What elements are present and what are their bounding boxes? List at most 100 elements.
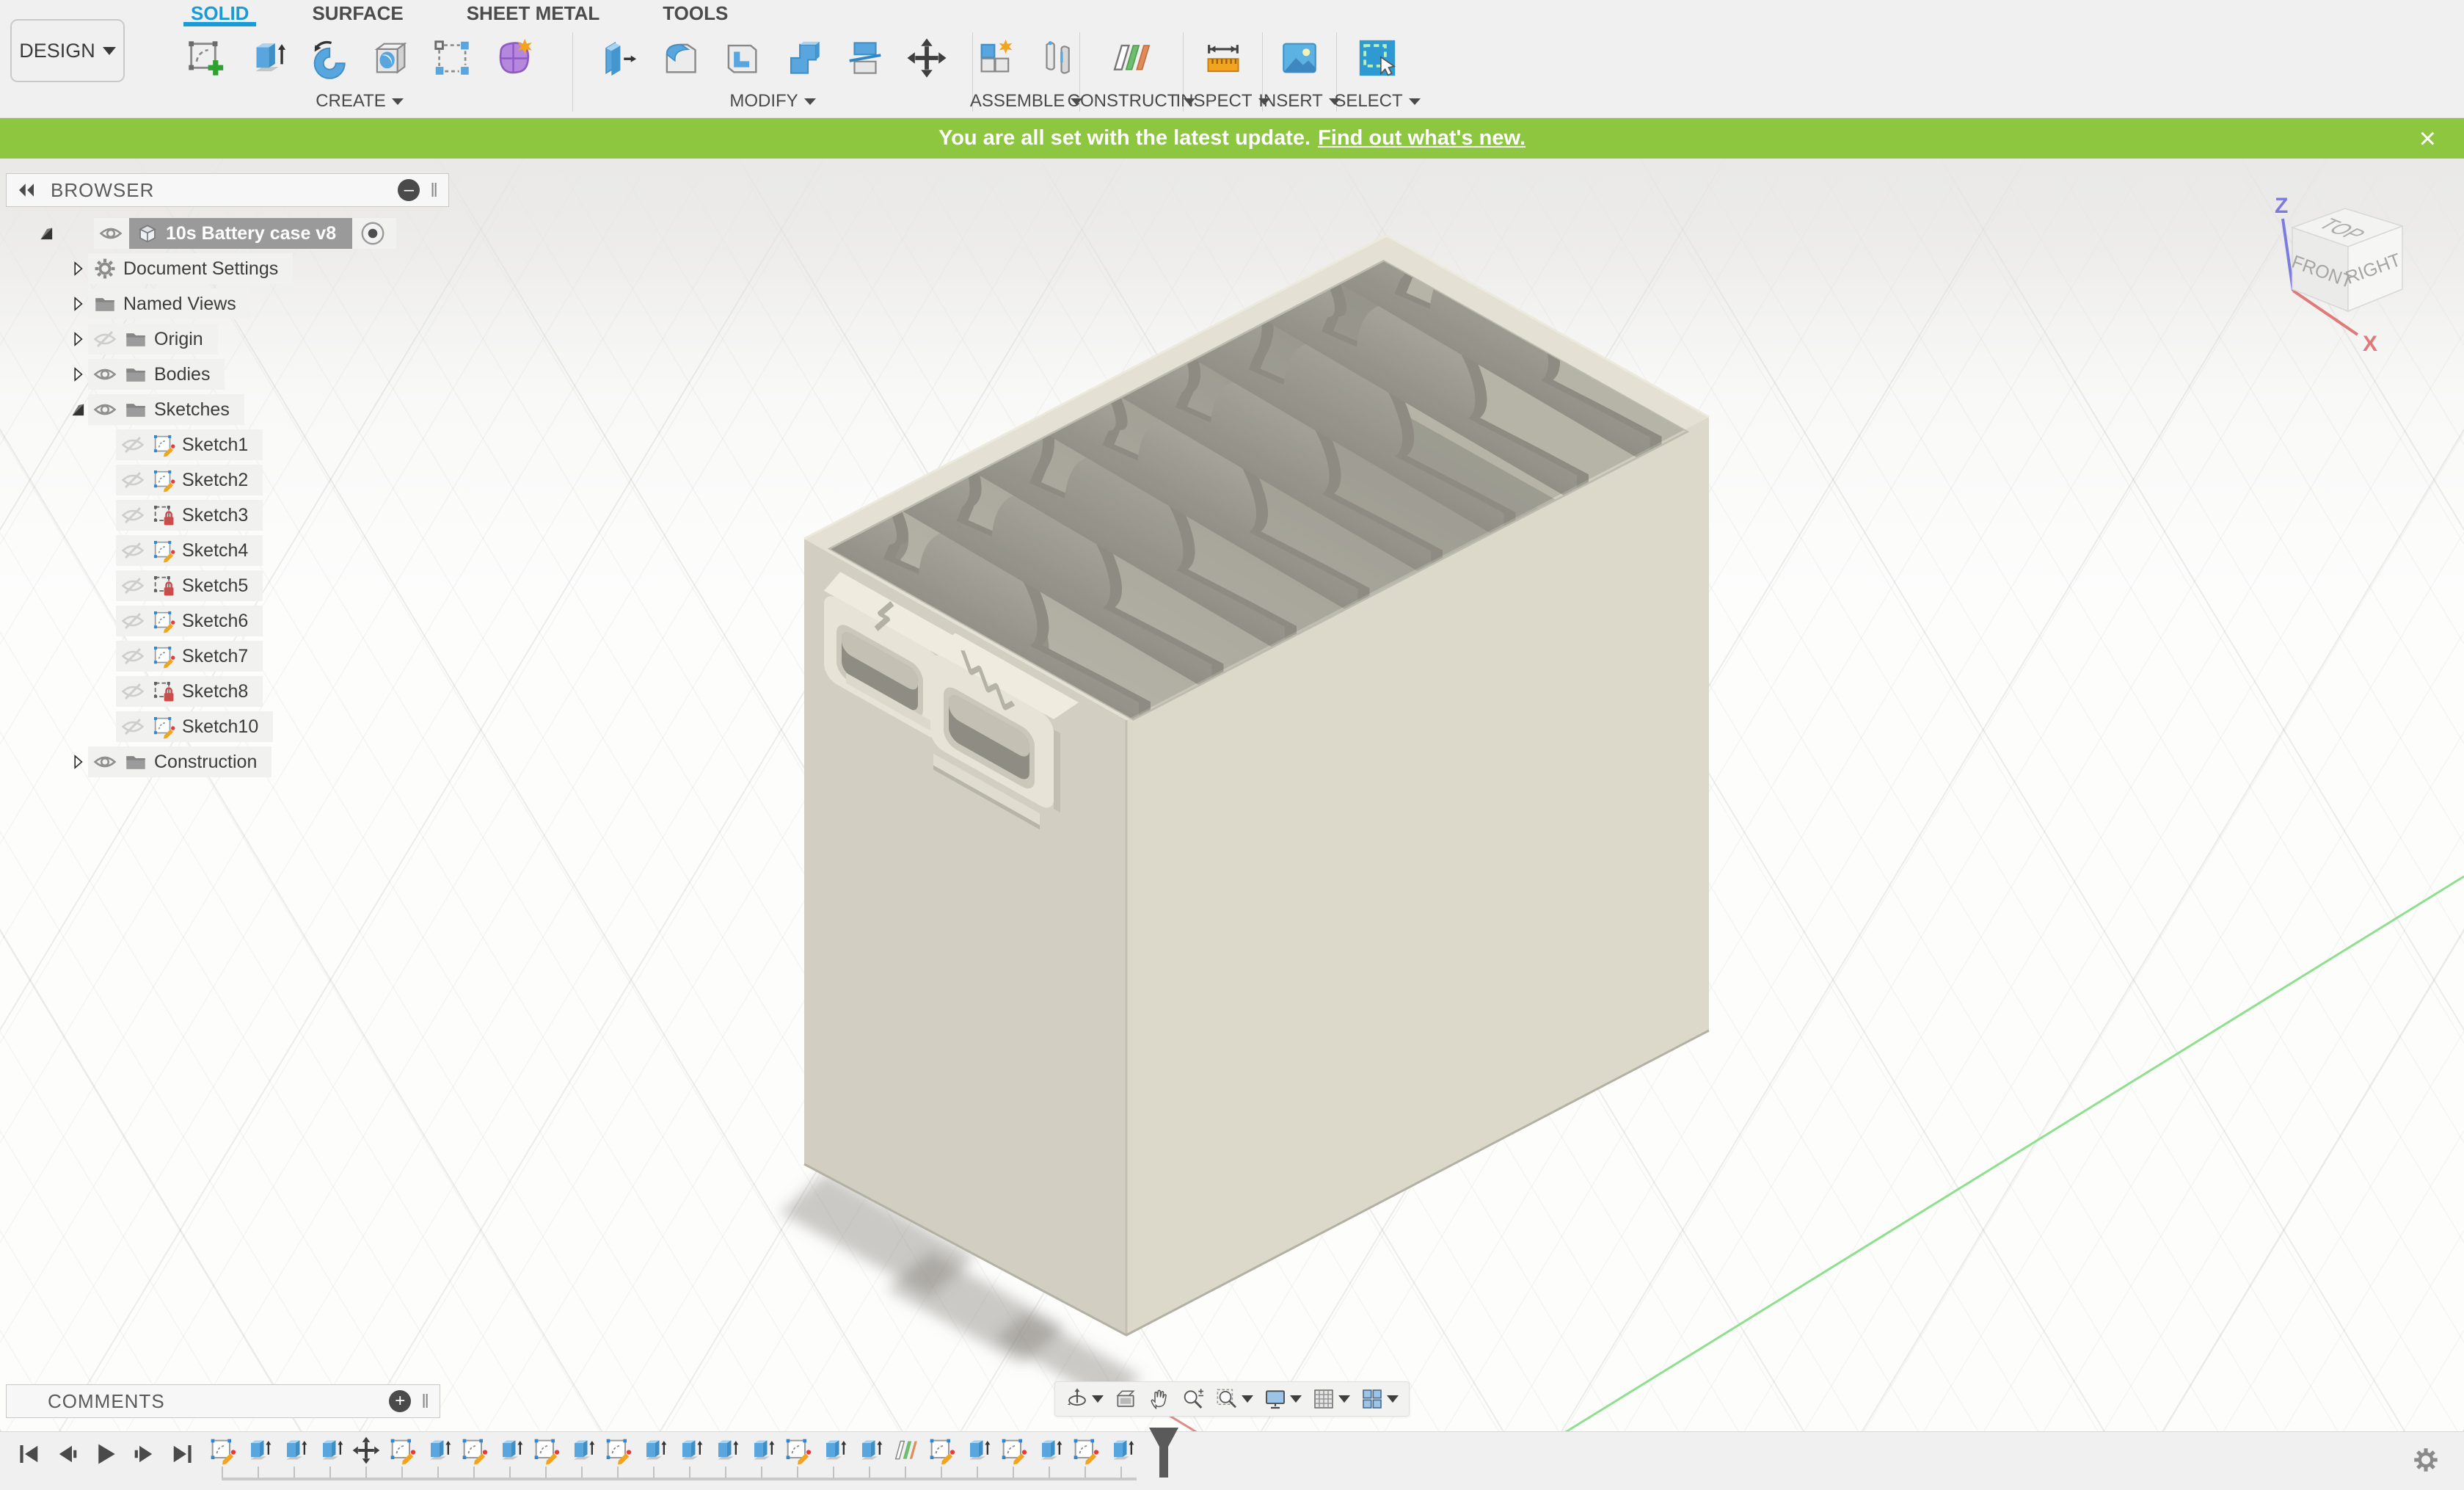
eye-hidden-icon[interactable] (120, 679, 145, 704)
rectangular-pattern-icon[interactable] (431, 37, 473, 79)
tab-surface[interactable]: SURFACE (305, 0, 410, 26)
nav-grid-display[interactable] (1312, 1387, 1350, 1411)
shell-icon[interactable] (721, 37, 763, 79)
timeline-feature-extrude-13[interactable] (639, 1436, 668, 1478)
timeline-feature-extrude-18[interactable] (819, 1436, 848, 1478)
browser-row-sketch10[interactable]: Sketch10 (6, 709, 449, 744)
collapse-panel-icon[interactable] (15, 179, 37, 201)
go-to-end-button[interactable] (169, 1441, 195, 1467)
timeline-feature-extrude-22[interactable] (963, 1436, 992, 1478)
eye-visible-icon[interactable] (92, 362, 117, 387)
tree-expanded-icon[interactable] (68, 400, 87, 419)
add-comment-icon[interactable]: + (389, 1390, 412, 1412)
toolbar-group-label-select[interactable]: SELECT (1334, 91, 1421, 112)
browser-row-sketch7[interactable]: Sketch7 (6, 639, 449, 674)
select-icon[interactable] (1356, 37, 1399, 79)
timeline-feature-extrude-7[interactable] (423, 1436, 453, 1478)
tree-collapsed-icon[interactable] (68, 259, 87, 278)
timeline-feature-sketch-1[interactable] (208, 1436, 237, 1478)
browser-row-origin[interactable]: Origin (6, 321, 449, 357)
tab-tools[interactable]: TOOLS (655, 0, 735, 26)
timeline-playhead[interactable] (1147, 1426, 1181, 1483)
comments-grip-handle[interactable]: ‖ (421, 1390, 431, 1413)
browser-row-sketch8[interactable]: Sketch8 (6, 674, 449, 709)
browser-row-bodies[interactable]: Bodies (6, 357, 449, 392)
browser-display-mode-icon[interactable]: – (398, 179, 420, 201)
chevron-down-icon[interactable] (1387, 1395, 1399, 1403)
toolbar-group-label-insert[interactable]: INSERT (1258, 91, 1341, 112)
tree-collapsed-icon[interactable] (68, 365, 87, 384)
viewcube[interactable]: Z X TOP FRONT RIGHT (2259, 188, 2435, 357)
step-forward-button[interactable] (131, 1441, 157, 1467)
tab-solid[interactable]: SOLID (183, 0, 257, 26)
toolbar-group-label-assemble[interactable]: ASSEMBLE (970, 91, 1083, 112)
toolbar-group-label-inspect[interactable]: INSPECT (1176, 91, 1270, 112)
browser-row-sketch3[interactable]: Sketch3 (6, 498, 449, 533)
timeline-feature-extrude-14[interactable] (675, 1436, 704, 1478)
timeline-feature-sketch-12[interactable] (603, 1436, 633, 1478)
nav-viewports[interactable] (1360, 1387, 1399, 1411)
eye-visible-icon[interactable] (98, 221, 123, 246)
nav-zoom-window[interactable] (1215, 1387, 1253, 1411)
browser-row-sketch1[interactable]: Sketch1 (6, 427, 449, 462)
hole-icon[interactable] (369, 37, 412, 79)
tree-collapsed-icon[interactable] (68, 330, 87, 349)
chevron-down-icon[interactable] (1092, 1395, 1104, 1403)
tree-expanded-icon[interactable] (37, 224, 56, 243)
chevron-down-icon[interactable] (1242, 1395, 1253, 1403)
timeline-feature-extrude-19[interactable] (855, 1436, 884, 1478)
browser-row-sketch4[interactable]: Sketch4 (6, 533, 449, 568)
browser-grip-handle[interactable]: ‖ (430, 179, 440, 202)
browser-row-construction[interactable]: Construction (6, 744, 449, 779)
timeline-feature-sketch-6[interactable] (387, 1436, 417, 1478)
timeline-feature-sketch-10[interactable] (531, 1436, 561, 1478)
press-pull-icon[interactable] (597, 37, 640, 79)
timeline-feature-extrude-24[interactable] (1035, 1436, 1064, 1478)
timeline-feature-sketch-25[interactable] (1071, 1436, 1100, 1478)
construct-plane-icon[interactable] (1110, 37, 1153, 79)
go-to-start-button[interactable] (16, 1441, 43, 1467)
play-button[interactable] (92, 1441, 119, 1467)
design-menu-button[interactable]: DESIGN (10, 19, 125, 82)
eye-visible-icon[interactable] (92, 749, 117, 774)
timeline-feature-extrude-15[interactable] (711, 1436, 740, 1478)
move-icon[interactable] (905, 37, 948, 79)
timeline-feature-extrude-2[interactable] (244, 1436, 273, 1478)
browser-row-sketch5[interactable]: Sketch5 (6, 568, 449, 603)
activate-component-radio[interactable] (360, 220, 386, 247)
banner-whats-new-link[interactable]: Find out what's new. (1318, 126, 1526, 150)
banner-close-icon[interactable]: × (2419, 123, 2436, 156)
timeline-feature-extrude-26[interactable] (1107, 1436, 1136, 1478)
eye-hidden-icon[interactable] (120, 714, 145, 739)
browser-header[interactable]: BROWSER – ‖ (6, 173, 449, 207)
new-component-icon[interactable] (974, 37, 1017, 79)
insert-image-icon[interactable] (1278, 37, 1321, 79)
step-back-button[interactable] (54, 1441, 81, 1467)
comments-header[interactable]: COMMENTS + ‖ (6, 1384, 440, 1418)
timeline-feature-plane-20[interactable] (891, 1436, 920, 1478)
toolbar-group-label-create[interactable]: CREATE (316, 91, 404, 112)
timeline-feature-sketch-17[interactable] (783, 1436, 812, 1478)
create-sketch-icon[interactable] (184, 37, 227, 79)
timeline-feature-extrude-16[interactable] (747, 1436, 776, 1478)
timeline-feature-sketch-23[interactable] (999, 1436, 1028, 1478)
timeline-feature-extrude-9[interactable] (495, 1436, 525, 1478)
browser-row-sketch2[interactable]: Sketch2 (6, 462, 449, 498)
eye-visible-icon[interactable] (92, 397, 117, 422)
browser-row-document-settings[interactable]: Document Settings (6, 251, 449, 286)
tab-sheet-metal[interactable]: SHEET METAL (459, 0, 608, 26)
extrude-icon[interactable] (246, 37, 288, 79)
timeline-feature-sketch-21[interactable] (927, 1436, 956, 1478)
nav-zoom[interactable] (1181, 1387, 1205, 1411)
nav-display-settings[interactable] (1264, 1387, 1302, 1411)
fillet-icon[interactable] (659, 37, 701, 79)
joint-icon[interactable] (1036, 37, 1079, 79)
measure-icon[interactable] (1202, 37, 1244, 79)
eye-hidden-icon[interactable] (120, 608, 145, 633)
browser-row-sketch6[interactable]: Sketch6 (6, 603, 449, 639)
eye-hidden-icon[interactable] (120, 503, 145, 528)
revolve-icon[interactable] (307, 37, 350, 79)
eye-hidden-icon[interactable] (120, 644, 145, 669)
tree-collapsed-icon[interactable] (68, 294, 87, 313)
tree-collapsed-icon[interactable] (68, 752, 87, 771)
